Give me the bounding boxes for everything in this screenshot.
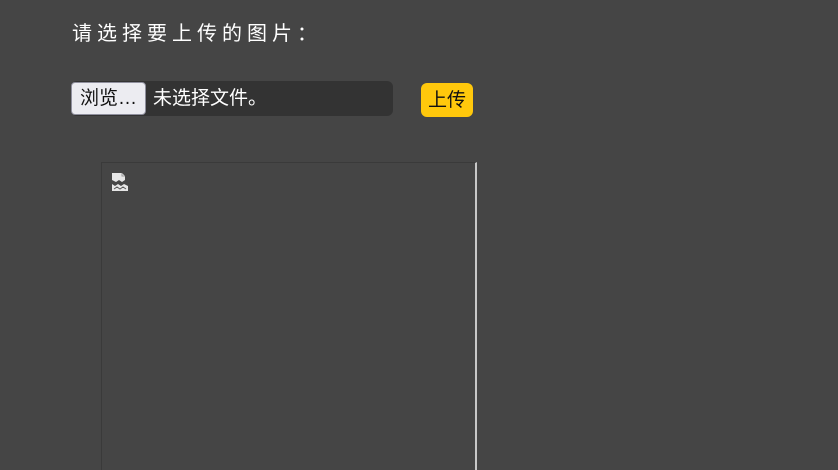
upload-prompt: 请选择要上传的图片： <box>72 21 322 45</box>
image-preview <box>101 162 477 470</box>
broken-image-icon <box>112 173 128 191</box>
file-status: 未选择文件。 <box>153 87 268 109</box>
browse-button[interactable]: 浏览… <box>71 82 147 115</box>
upload-page: 请选择要上传的图片： 浏览… 未选择文件。 上传 <box>0 0 838 470</box>
upload-button[interactable]: 上传 <box>421 83 473 117</box>
file-input[interactable]: 浏览… 未选择文件。 <box>71 81 393 116</box>
